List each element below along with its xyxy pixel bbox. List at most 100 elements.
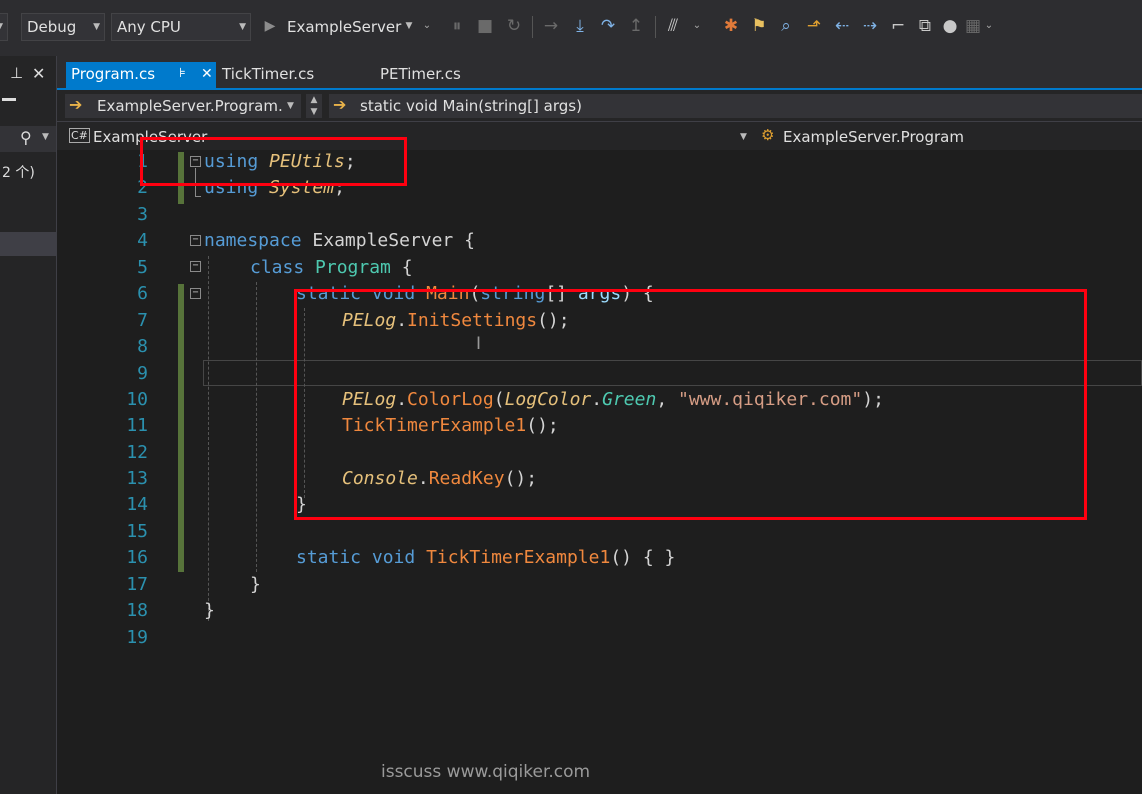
pin-icon[interactable]: ⊧ bbox=[179, 62, 186, 86]
step-over-icon[interactable]: ↷ bbox=[599, 16, 617, 36]
tab-label: PETimer.cs bbox=[380, 65, 461, 83]
keyword: class bbox=[250, 257, 305, 278]
line-number: 17 bbox=[126, 574, 148, 595]
toolbar-separator bbox=[532, 16, 533, 38]
line-number: 9 bbox=[137, 363, 148, 384]
pin-icon[interactable]: ⊥ bbox=[10, 64, 23, 82]
stop-icon[interactable]: ■ bbox=[476, 16, 494, 36]
chevron-down-icon: ▼ bbox=[239, 22, 246, 32]
line-number: 11 bbox=[126, 415, 148, 436]
annotation-box-using bbox=[140, 137, 407, 186]
close-icon[interactable]: ✕ bbox=[32, 64, 45, 83]
tab-label: Program.cs bbox=[71, 65, 156, 83]
namespace-name: ExampleServer bbox=[312, 230, 454, 251]
uncomment-icon[interactable]: ⧉ bbox=[916, 16, 934, 36]
back-icon[interactable]: ⇠ bbox=[833, 16, 851, 36]
punctuation: } bbox=[204, 600, 215, 621]
menu-icon[interactable] bbox=[2, 98, 16, 101]
forward-icon[interactable]: ⇢ bbox=[861, 16, 879, 36]
platform-dropdown[interactable]: Any CPU ▼ bbox=[111, 13, 251, 41]
navigation-bar: ➔ ExampleServer.Program. ▼ ▲ ▼ ➔ static v… bbox=[57, 90, 1142, 122]
hex-display-icon[interactable]: ⫻ bbox=[664, 16, 682, 36]
solution-explorer-panel: ⊥ ✕ ⚲ ▼ 2 个) bbox=[0, 56, 57, 794]
indent-guide bbox=[256, 282, 257, 572]
csharp-project-icon: C# bbox=[69, 128, 90, 143]
code-line-17[interactable]: } bbox=[250, 574, 261, 595]
chevron-down-icon: ▼ bbox=[93, 22, 100, 32]
chevron-down-icon[interactable]: ▼ bbox=[400, 16, 418, 36]
show-next-statement-icon[interactable]: → bbox=[542, 16, 560, 36]
code-line-16[interactable]: static void TickTimerExample1() { } bbox=[296, 547, 675, 568]
tab-petimer-cs[interactable]: PETimer.cs bbox=[380, 62, 510, 90]
pause-icon[interactable]: ⏸ bbox=[448, 16, 466, 36]
configuration-dropdown[interactable]: Debug ▼ bbox=[21, 13, 105, 41]
bookmark-icon[interactable]: ⚑ bbox=[750, 16, 768, 36]
collapse-icon[interactable]: − bbox=[190, 235, 201, 246]
line-number: 15 bbox=[126, 521, 148, 542]
punctuation: () { } bbox=[610, 547, 676, 568]
watermark: isscuss www.qiqiker.com bbox=[381, 762, 591, 782]
restart-icon[interactable]: ↻ bbox=[505, 16, 523, 36]
member-dropdown[interactable]: ➔ static void Main(string[] args) bbox=[329, 94, 1142, 118]
navigate-icon[interactable]: ⬏ bbox=[805, 16, 823, 36]
arrow-right-icon: ➔ bbox=[69, 95, 83, 114]
type-dropdown[interactable]: ➔ ExampleServer.Program. ▼ bbox=[65, 94, 301, 118]
diagnostics-icon[interactable]: ✱ bbox=[722, 16, 740, 36]
step-out-icon[interactable]: ↥ bbox=[627, 16, 645, 36]
overflow-icon[interactable]: ⌄ bbox=[418, 16, 436, 36]
code-line-18[interactable]: } bbox=[204, 600, 215, 621]
scope-dropdown[interactable]: ⚙ ExampleServer.Program bbox=[757, 126, 1142, 148]
change-indicator bbox=[178, 284, 184, 572]
punctuation: { bbox=[390, 257, 413, 278]
overflow-icon[interactable]: ⌄ bbox=[688, 16, 706, 36]
comment-icon[interactable]: ⌐ bbox=[889, 16, 907, 36]
startup-project-button[interactable]: ExampleServer bbox=[287, 18, 401, 36]
overflow-dropdown[interactable]: ▼ bbox=[0, 13, 8, 41]
tab-program-cs[interactable]: Program.cs ⊧ ✕ bbox=[66, 62, 216, 90]
step-into-icon[interactable]: ⤓ bbox=[571, 16, 589, 36]
line-number: 14 bbox=[126, 494, 148, 515]
platform-label: Any CPU bbox=[117, 18, 181, 36]
line-number: 12 bbox=[126, 442, 148, 463]
method-name: TickTimerExample1 bbox=[426, 547, 611, 568]
keyword: static bbox=[296, 547, 362, 568]
outline-line bbox=[195, 196, 201, 197]
line-number: 13 bbox=[126, 468, 148, 489]
breakpoint-icon[interactable]: ● bbox=[941, 16, 959, 36]
line-number: 5 bbox=[137, 257, 148, 278]
start-icon[interactable]: ▶ bbox=[261, 16, 279, 36]
punctuation: } bbox=[250, 574, 261, 595]
search-icon: ⚲ bbox=[20, 128, 32, 147]
line-number: 7 bbox=[137, 310, 148, 331]
selected-tree-item[interactable] bbox=[0, 232, 56, 256]
scroll-stepper[interactable]: ▲ ▼ bbox=[306, 94, 322, 118]
configuration-label: Debug bbox=[27, 18, 77, 36]
line-number: 6 bbox=[137, 283, 148, 304]
code-line-4[interactable]: namespace ExampleServer { bbox=[204, 230, 475, 251]
tab-bar: Program.cs ⊧ ✕ TickTimer.cs PETimer.cs bbox=[57, 56, 1142, 90]
line-number: 3 bbox=[137, 204, 148, 225]
tab-label: TickTimer.cs bbox=[222, 65, 315, 83]
tab-ticktimer-cs[interactable]: TickTimer.cs bbox=[222, 62, 352, 90]
toolbar: ▼ Debug ▼ Any CPU ▼ ▶ ExampleServer ▼ ⌄ … bbox=[0, 0, 1142, 56]
search-box[interactable]: ⚲ ▼ bbox=[0, 126, 56, 152]
chevron-down-icon: ▼ bbox=[0, 14, 3, 40]
member-dropdown-label: static void Main(string[] args) bbox=[360, 97, 582, 115]
chevron-down-icon: ▼ bbox=[287, 101, 294, 111]
overflow-icon[interactable]: ⌄ bbox=[980, 16, 998, 36]
keyword: namespace bbox=[204, 230, 302, 251]
code-line-5[interactable]: class Program { bbox=[250, 257, 413, 278]
chevron-down-icon: ▼ bbox=[42, 132, 49, 142]
line-number: 8 bbox=[137, 336, 148, 357]
annotation-box-main bbox=[294, 289, 1087, 520]
find-icon[interactable]: ⌕ bbox=[777, 16, 795, 36]
toolbar-separator bbox=[655, 16, 656, 38]
collapse-icon[interactable]: − bbox=[190, 261, 201, 272]
line-number: 19 bbox=[126, 627, 148, 648]
collapse-icon[interactable]: − bbox=[190, 288, 201, 299]
line-number: 4 bbox=[137, 230, 148, 251]
line-number: 16 bbox=[126, 547, 148, 568]
line-number: 10 bbox=[126, 389, 148, 410]
close-icon[interactable]: ✕ bbox=[201, 62, 213, 86]
result-count-label: 2 个) bbox=[2, 165, 35, 181]
